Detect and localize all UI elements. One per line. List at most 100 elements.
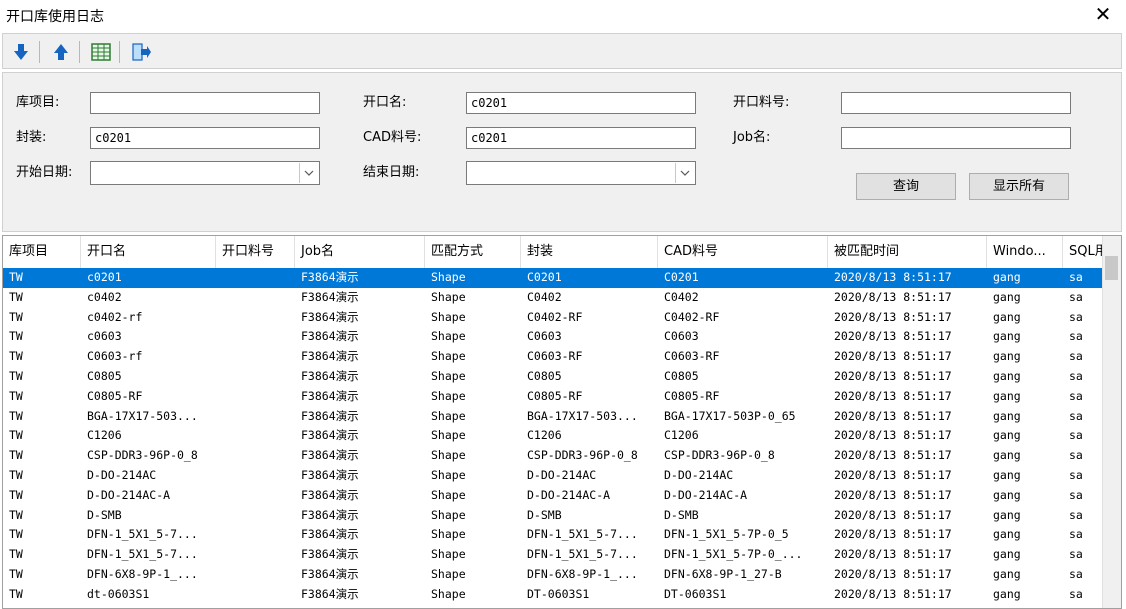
table-cell: 2020/8/13 8:51:17: [834, 487, 952, 502]
table-cell: C0402-RF: [527, 309, 583, 324]
table-cell: dt-0603S1: [87, 586, 150, 601]
table-cell: 2020/8/13 8:51:17: [834, 349, 952, 364]
table-cell: F3864演示: [301, 388, 359, 403]
table-cell: C0402: [664, 289, 699, 304]
table-cell: C0603: [527, 329, 562, 344]
table-cell: F3864演示: [301, 289, 359, 304]
table-cell: DFN-1_5X1_5-7...: [87, 527, 198, 542]
table-row[interactable]: TW C0603-rf F3864演示 Shape C0603-RF C0603-RF 20…: [3, 347, 1103, 367]
table-cell: F3864演示: [301, 309, 359, 324]
opening-name-input[interactable]: c0201: [466, 92, 696, 114]
table-cell: gang: [993, 408, 1021, 423]
table-cell: sa: [1069, 448, 1083, 463]
scrollbar-thumb[interactable]: [1105, 256, 1118, 280]
column-header[interactable]: 封装: [521, 236, 658, 268]
arrow-down-icon: [14, 44, 28, 60]
table-row[interactable]: TW c0402 F3864演示 Shape C0402 C0402 2020/8/13 8…: [3, 288, 1103, 308]
column-header[interactable]: CAD料号: [658, 236, 828, 268]
table-cell: gang: [993, 388, 1021, 403]
show-all-button[interactable]: 显示所有: [969, 173, 1069, 200]
package-input[interactable]: c0201: [90, 127, 320, 149]
download-button[interactable]: [9, 40, 33, 64]
table-cell: Shape: [431, 586, 466, 601]
table-cell: [216, 407, 295, 427]
table-cell: 2020/8/13 8:51:17: [834, 388, 952, 403]
table-cell: Shape: [431, 349, 466, 364]
export-excel-button[interactable]: [89, 40, 113, 64]
column-header[interactable]: SQL用: [1063, 236, 1103, 268]
table-cell: [216, 367, 295, 387]
toolbar: [2, 33, 1122, 69]
table-cell: D-SMB: [664, 507, 699, 522]
table-cell: gang: [993, 507, 1021, 522]
table-row[interactable]: TW DFN-1_5X1_5-7... F3864演示 Shape DFN-1_5X1_…: [3, 525, 1103, 545]
table-row[interactable]: TW D-DO-214AC-A F3864演示 Shape D-DO-214AC-A D-…: [3, 486, 1103, 506]
column-header[interactable]: 开口名: [81, 236, 216, 268]
table-row[interactable]: TW D-DO-214AC F3864演示 Shape D-DO-214AC D-DO-2…: [3, 466, 1103, 486]
table-cell: Shape: [431, 527, 466, 542]
table-cell: C1206: [664, 428, 699, 443]
table-cell: gang: [993, 586, 1021, 601]
table-cell: F3864演示: [301, 566, 359, 581]
vertical-scrollbar[interactable]: [1102, 236, 1121, 608]
column-header[interactable]: 匹配方式: [425, 236, 521, 268]
table-cell: gang: [993, 270, 1021, 284]
column-header[interactable]: 开口料号: [216, 236, 295, 268]
table-cell: sa: [1069, 368, 1083, 383]
table-cell: F3864演示: [301, 448, 359, 463]
table-cell: F3864演示: [301, 586, 359, 601]
start-date-picker[interactable]: [90, 161, 320, 185]
table-cell: F3864演示: [301, 527, 359, 542]
table-cell: gang: [993, 547, 1021, 562]
table-cell: Shape: [431, 487, 466, 502]
table-cell: sa: [1069, 586, 1083, 601]
table-row[interactable]: TW C0805 F3864演示 Shape C0805 C0805 2020/8/13 8…: [3, 367, 1103, 387]
table-cell: DFN-6X8-9P-1_...: [527, 566, 638, 581]
filter-panel: 库项目: 开口名: c0201 开口料号: 封装: c0201 CAD料号: c…: [2, 72, 1122, 232]
table-row[interactable]: TW C1206 F3864演示 Shape C1206 C1206 2020/8/13 8…: [3, 426, 1103, 446]
table-row[interactable]: TW D-SMB F3864演示 Shape D-SMB D-SMB 2020/8/13 8…: [3, 506, 1103, 526]
table-cell: TW: [9, 527, 23, 542]
column-header[interactable]: 被匹配时间: [828, 236, 987, 268]
table-cell: 2020/8/13 8:51:17: [834, 448, 952, 463]
exit-button[interactable]: [129, 40, 153, 64]
column-header[interactable]: 库项目: [3, 236, 81, 268]
table-cell: BGA-17X17-503P-0_65: [664, 408, 796, 423]
package-label: 封装:: [16, 130, 47, 145]
table-row[interactable]: TW c0201 F3864演示 Shape C0201 C0201 2020/8/13 8…: [3, 268, 1103, 288]
chevron-down-icon[interactable]: [675, 163, 694, 183]
table-row[interactable]: TW DFN-1_5X1_5-7... F3864演示 Shape DFN-1_5X1_…: [3, 545, 1103, 565]
end-date-picker[interactable]: [466, 161, 696, 185]
cad-material-input[interactable]: c0201: [466, 127, 696, 149]
table-cell: TW: [9, 270, 23, 284]
table-row[interactable]: TW CSP-DDR3-96P-0_8 F3864演示 Shape CSP-DDR3-9…: [3, 446, 1103, 466]
table-cell: F3864演示: [301, 329, 359, 344]
table-cell: TW: [9, 428, 23, 443]
table-row[interactable]: TW dt-0603S1 F3864演示 Shape DT-0603S1 DT-0603S…: [3, 585, 1103, 605]
table-cell: [216, 446, 295, 466]
table-row[interactable]: TW C0805-RF F3864演示 Shape C0805-RF C0805-RF 20…: [3, 387, 1103, 407]
table-row[interactable]: TW DFN-6X8-9P-1_... F3864演示 Shape DFN-6X8-9P…: [3, 565, 1103, 585]
column-header[interactable]: Windo...: [987, 236, 1063, 268]
job-name-input[interactable]: [841, 127, 1071, 149]
table-cell: Shape: [431, 289, 466, 304]
table-cell: sa: [1069, 309, 1083, 324]
close-icon[interactable]: ✕: [1092, 3, 1114, 25]
table-cell: 2020/8/13 8:51:17: [834, 547, 952, 562]
table-row[interactable]: TW c0402-rf F3864演示 Shape C0402-RF C0402-RF 20…: [3, 308, 1103, 328]
table-cell: gang: [993, 566, 1021, 581]
table-cell: C1206: [527, 428, 562, 443]
table-body: TW c0201 F3864演示 Shape C0201 C0201 2020/8/13 8…: [3, 268, 1103, 605]
opening-material-input[interactable]: [841, 92, 1071, 114]
chevron-down-icon[interactable]: [299, 163, 318, 183]
upload-button[interactable]: [49, 40, 73, 64]
query-button[interactable]: 查询: [856, 173, 956, 200]
table-cell: sa: [1069, 408, 1083, 423]
table-row[interactable]: TW c0603 F3864演示 Shape C0603 C0603 2020/8/13 8…: [3, 327, 1103, 347]
table-cell: sa: [1069, 507, 1083, 522]
table-cell: gang: [993, 368, 1021, 383]
table-row[interactable]: TW BGA-17X17-503... F3864演示 Shape BGA-17X17-…: [3, 407, 1103, 427]
column-header[interactable]: Job名: [295, 236, 425, 268]
table-cell: c0201: [87, 270, 122, 284]
lib-item-input[interactable]: [90, 92, 320, 114]
